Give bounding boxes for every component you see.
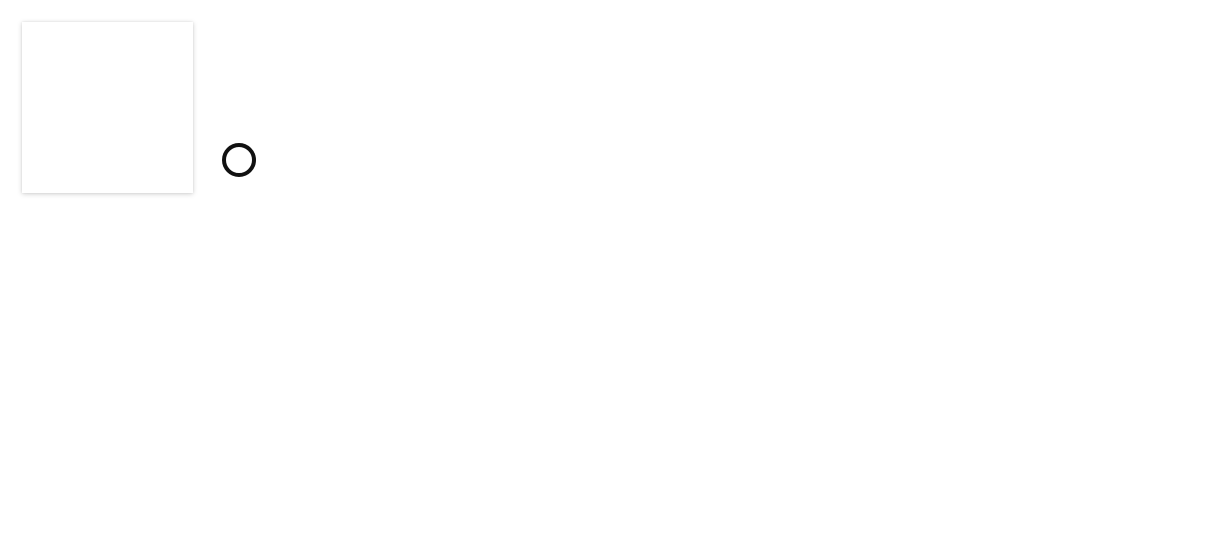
canvas: [0, 0, 1223, 554]
radio-button[interactable]: [222, 143, 256, 177]
blank-card[interactable]: [22, 22, 193, 193]
